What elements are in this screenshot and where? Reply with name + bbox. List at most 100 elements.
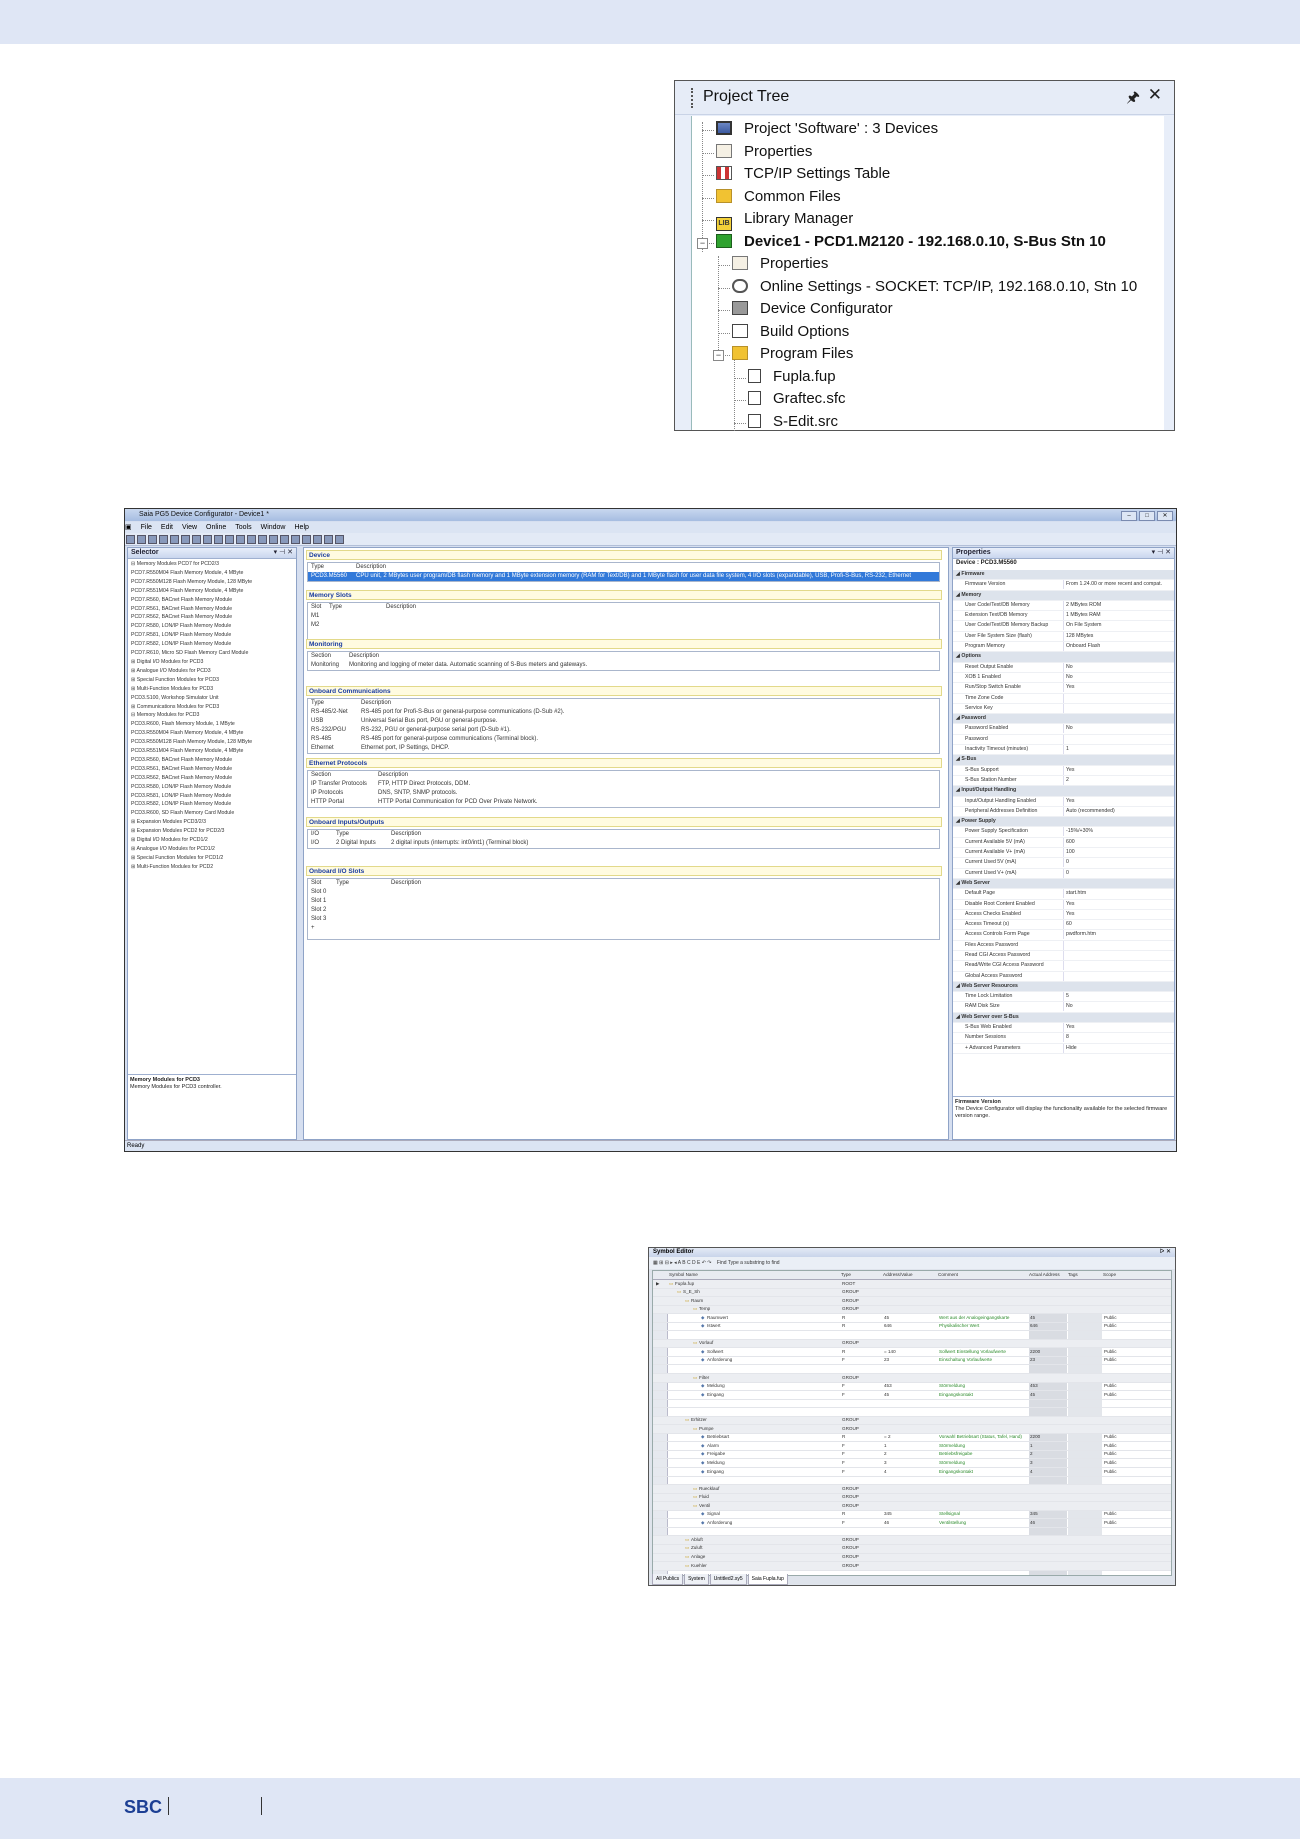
property-value[interactable]: Yes bbox=[1063, 796, 1074, 806]
symbol-row[interactable]: Kuehler ▭ GROUP bbox=[653, 1562, 1171, 1571]
table-row[interactable]: IP Protocols DNS, SNTP, SNMP protocols. bbox=[308, 789, 939, 798]
toolbar-button-icon[interactable] bbox=[269, 535, 278, 544]
property-row[interactable]: Read CGI Access Password bbox=[953, 950, 1174, 962]
symbol-row[interactable]: Istwert ◆ R 646 Physikalischer Wert 646 Public bbox=[653, 1323, 1171, 1332]
property-row[interactable]: S-Bus Support Yes bbox=[953, 765, 1174, 776]
property-row[interactable]: Peripheral Addresses Definition Auto (rec… bbox=[953, 806, 1174, 818]
symbol-row[interactable]: Meldung ◆ F 3 Störmeldung 3 Public bbox=[653, 1459, 1171, 1469]
selector-item[interactable]: ⊞ Digital I/O Modules for PCD1/2 bbox=[131, 836, 294, 845]
selector-item[interactable]: ⊞ Special Function Modules for PCD3 bbox=[131, 676, 294, 685]
property-row[interactable]: Access Timeout (s) 60 bbox=[953, 920, 1174, 931]
toolbar-button-icon[interactable] bbox=[247, 535, 256, 544]
selector-item[interactable]: ⊟ Memory Modules PCD7 for PCD2/3 bbox=[131, 560, 294, 569]
property-row[interactable]: Password bbox=[953, 734, 1174, 746]
property-value[interactable] bbox=[1063, 693, 1066, 703]
tree-node[interactable]: Properties bbox=[732, 255, 828, 272]
property-value[interactable]: 1 bbox=[1063, 745, 1069, 755]
property-row[interactable]: Password Enabled No bbox=[953, 724, 1174, 735]
collapse-toggle-icon[interactable]: − bbox=[697, 237, 708, 249]
table-row[interactable]: I/O 2 Digital Inputs 2 digital inputs (int… bbox=[308, 839, 939, 848]
selector-item[interactable]: PCD7.R610, Micro SD Flash Memory Card Mo… bbox=[131, 649, 294, 658]
table-row[interactable]: IP Transfer Protocols FTP, HTTP Direct Pr… bbox=[308, 780, 939, 789]
table-row[interactable]: HTTP Portal HTTP Portal Communication for… bbox=[308, 798, 939, 807]
selector-item[interactable]: PCD3.R600, Flash Memory Module, 1 MByte bbox=[131, 720, 294, 729]
symbol-row[interactable]: Fluid ▭ GROUP bbox=[653, 1493, 1171, 1503]
toolbar-button-icon[interactable] bbox=[236, 535, 245, 544]
tree-node[interactable]: Properties bbox=[716, 143, 812, 160]
table-row[interactable]: Slot 2 bbox=[308, 906, 939, 915]
toolbar-button-icon[interactable] bbox=[214, 535, 223, 544]
property-row[interactable]: Current Used V+ (mA) 0 bbox=[953, 868, 1174, 879]
selector-item[interactable]: PCD7.R561, BACnet Flash Memory Module bbox=[131, 605, 294, 614]
property-row[interactable]: Default Page start.htm bbox=[953, 889, 1174, 900]
property-row[interactable]: XOB 1 Enabled No bbox=[953, 672, 1174, 684]
symbol-row[interactable]: Anforderung ◆ F 23 Einschaltung Vorlaufwerte… bbox=[653, 1357, 1171, 1366]
property-row[interactable]: Power Supply Specification -15%/+30% bbox=[953, 827, 1174, 838]
column-header[interactable]: Tags bbox=[1068, 1272, 1078, 1277]
close-icon[interactable]: ᐅ ✕ bbox=[1160, 1248, 1171, 1257]
property-row[interactable]: Read/Write CGI Access Password bbox=[953, 961, 1174, 972]
selector-item[interactable]: PCD7.R550M04 Flash Memory Module, 4 MByt… bbox=[131, 569, 294, 578]
symbol-row[interactable] bbox=[653, 1408, 1171, 1417]
symbol-row[interactable]: Anforderung ◆ F 46 Ventilstellung 46 Public bbox=[653, 1519, 1171, 1528]
toolbar-button-icon[interactable] bbox=[313, 535, 322, 544]
property-category[interactable]: ◢ Web Server Resources bbox=[953, 981, 1174, 993]
property-value[interactable]: Yes bbox=[1063, 909, 1074, 919]
tree-node[interactable]: Program Files bbox=[732, 345, 853, 362]
menu-help[interactable]: Help bbox=[295, 524, 309, 531]
property-value[interactable]: Yes bbox=[1063, 683, 1074, 693]
selector-item[interactable]: PCD3.S100, Workshop Simulator Unit bbox=[131, 694, 294, 703]
menu-edit[interactable]: Edit bbox=[161, 524, 173, 531]
symbol-row[interactable]: Zuluft ▭ GROUP bbox=[653, 1544, 1171, 1554]
property-value[interactable]: 100 bbox=[1063, 848, 1075, 858]
symbol-row[interactable]: Alarm ◆ F 1 Störmeldung 1 Public bbox=[653, 1442, 1171, 1451]
tree-node[interactable]: Device Configurator bbox=[732, 300, 893, 317]
symbol-row[interactable]: Sollwert ◆ R = 140 Sollwert Einstellung Vorl… bbox=[653, 1348, 1171, 1357]
symbol-row[interactable]: Eingang ◆ F 4 Eingangskontakt 4 Public bbox=[653, 1468, 1171, 1477]
selector-item[interactable]: PCD3.R560, BACnet Flash Memory Module bbox=[131, 756, 294, 765]
selector-item[interactable]: ⊞ Digital I/O Modules for PCD3 bbox=[131, 658, 294, 667]
property-value[interactable]: 2 MBytes ROM bbox=[1063, 600, 1101, 610]
symbol-row[interactable]: Filter ▭ GROUP bbox=[653, 1374, 1171, 1383]
property-value[interactable]: 2 bbox=[1063, 775, 1069, 785]
tree-node[interactable]: S-Edit.src bbox=[748, 413, 838, 430]
property-value[interactable]: No bbox=[1063, 1002, 1073, 1012]
property-row[interactable]: Run/Stop Switch Enable Yes bbox=[953, 683, 1174, 694]
symbol-row[interactable] bbox=[653, 1400, 1171, 1409]
toolbar-button-icon[interactable] bbox=[225, 535, 234, 544]
property-value[interactable] bbox=[1063, 734, 1066, 744]
table-row[interactable]: RS-232/PGU RS-232, PGU or general-purpose… bbox=[308, 726, 939, 735]
menu-tools[interactable]: Tools bbox=[235, 524, 251, 531]
property-row[interactable]: Current Available V+ (mA) 100 bbox=[953, 848, 1174, 859]
symbol-row[interactable]: Raum ▭ GROUP bbox=[653, 1297, 1171, 1306]
selector-item[interactable]: PCD3.R550M128 Flash Memory Module, 128 M… bbox=[131, 738, 294, 747]
selector-item[interactable]: PCD7.R580, LON/IP Flash Memory Module bbox=[131, 622, 294, 631]
property-value[interactable] bbox=[1063, 703, 1066, 713]
tree-node[interactable]: LIB Library Manager bbox=[716, 210, 853, 231]
symbol-row[interactable]: ▶ Fupla.fup ▭ ROOT bbox=[653, 1280, 1171, 1289]
selector-item[interactable]: ⊞ Communications Modules for PCD3 bbox=[131, 703, 294, 712]
selector-item[interactable]: PCD3.R582, LON/IP Flash Memory Module bbox=[131, 800, 294, 809]
property-row[interactable]: Extension Text/DB Memory 1 MBytes RAM bbox=[953, 611, 1174, 622]
property-value[interactable]: Onboard Flash bbox=[1063, 642, 1100, 652]
toolbar-button-icon[interactable] bbox=[324, 535, 333, 544]
pin-icon[interactable]: 🖈 bbox=[1126, 87, 1140, 112]
toolbar-button-icon[interactable] bbox=[181, 535, 190, 544]
column-header[interactable]: Type bbox=[841, 1272, 851, 1277]
property-value[interactable]: No bbox=[1063, 672, 1073, 682]
property-row[interactable]: User File System Size (flash) 128 MBytes bbox=[953, 631, 1174, 643]
property-row[interactable]: User Code/Text/DB Memory 2 MBytes ROM bbox=[953, 600, 1174, 612]
section-header[interactable]: Onboard Inputs/Outputs bbox=[306, 817, 942, 827]
selector-item[interactable]: ⊞ Analogue I/O Modules for PCD1/2 bbox=[131, 845, 294, 854]
property-value[interactable] bbox=[1063, 971, 1066, 981]
property-value[interactable]: Yes bbox=[1063, 1023, 1074, 1033]
tab-3[interactable]: Saia Fupla.fup bbox=[747, 1574, 788, 1585]
table-row[interactable]: M2 bbox=[308, 621, 939, 630]
tree-node[interactable]: TCP/IP Settings Table bbox=[716, 165, 890, 182]
table-row[interactable]: RS-485/2-Net RS-485 port for Profi-S-Bus … bbox=[308, 708, 939, 717]
symbol-row[interactable]: Eingang ◆ F 45 Eingangskontakt 45 Public bbox=[653, 1391, 1171, 1400]
menu-window[interactable]: Window bbox=[261, 524, 286, 531]
selector-item[interactable]: PCD7.R581, LON/IP Flash Memory Module bbox=[131, 631, 294, 640]
symbol-row[interactable]: Meldung ◆ F 453 Störmeldung 453 Public bbox=[653, 1383, 1171, 1392]
symbol-row[interactable]: Anlage ▭ GROUP bbox=[653, 1553, 1171, 1563]
